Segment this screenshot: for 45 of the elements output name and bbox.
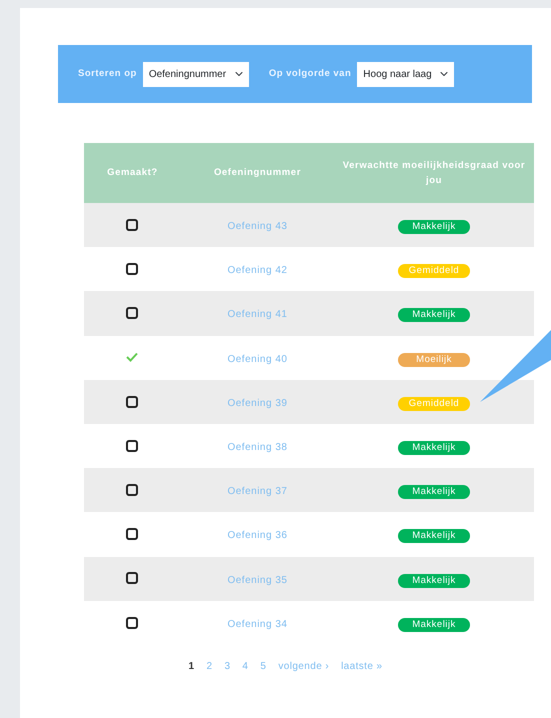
difficulty-badge: Makkelijk <box>398 529 470 544</box>
difficulty-badge: Makkelijk <box>398 220 470 234</box>
checkbox[interactable] <box>126 572 138 584</box>
page-link[interactable]: volgende › <box>278 658 330 674</box>
column-header: Oefeningnummer <box>180 143 334 203</box>
page-link[interactable]: 2 <box>206 658 212 674</box>
page-link[interactable]: 5 <box>260 658 266 674</box>
exercise-link[interactable]: Oefening 38 <box>227 442 288 454</box>
difficulty-badge: Moeilijk <box>398 352 470 367</box>
exercise-link[interactable]: Oefening 42 <box>227 265 288 276</box>
exercise-link[interactable]: Oefening 41 <box>227 309 288 320</box>
checkbox[interactable] <box>126 218 138 231</box>
checkbox[interactable] <box>126 616 138 629</box>
column-header: Verwachtte moeilijkheidsgraad voor jou <box>334 143 534 203</box>
checkbox[interactable] <box>126 528 138 540</box>
page-link[interactable]: 1 <box>188 658 194 674</box>
column-header: Gemaakt? <box>84 143 181 203</box>
difficulty-badge: Makkelijk <box>398 485 470 500</box>
exercise-link[interactable]: Oefening 43 <box>227 221 288 232</box>
sort-dropdown[interactable]: Oefeningnummer <box>142 62 249 86</box>
difficulty-badge: Gemiddeld <box>398 396 470 411</box>
field-label: Op volgorde van <box>268 66 352 81</box>
exercise-link[interactable]: Oefening 36 <box>227 530 288 542</box>
difficulty-badge: Gemiddeld <box>398 264 470 278</box>
page-link[interactable]: 4 <box>242 658 248 674</box>
checkbox[interactable] <box>126 484 138 496</box>
difficulty-badge: Makkelijk <box>398 441 470 456</box>
exercise-link[interactable]: Oefening 39 <box>227 398 288 409</box>
checkmark-icon[interactable] <box>126 352 138 362</box>
difficulty-badge: Makkelijk <box>398 574 470 588</box>
checkbox[interactable] <box>126 307 138 320</box>
checkbox[interactable] <box>126 440 138 452</box>
difficulty-badge: Makkelijk <box>398 308 470 322</box>
exercise-link[interactable]: Oefening 34 <box>227 618 288 630</box>
page-link[interactable]: 3 <box>224 658 230 674</box>
checkbox[interactable] <box>126 396 138 408</box>
exercise-link[interactable]: Oefening 40 <box>227 354 288 365</box>
exercise-link[interactable]: Oefening 35 <box>227 574 288 586</box>
order-dropdown[interactable]: Hoog naar laag <box>357 62 454 86</box>
field-label: Sorteren op <box>78 66 137 81</box>
checkbox[interactable] <box>126 263 138 276</box>
difficulty-badge: Makkelijk <box>398 618 470 632</box>
page-link[interactable]: laatste » <box>341 658 382 674</box>
exercise-link[interactable]: Oefening 37 <box>227 486 288 498</box>
pointer-shape <box>480 330 551 402</box>
